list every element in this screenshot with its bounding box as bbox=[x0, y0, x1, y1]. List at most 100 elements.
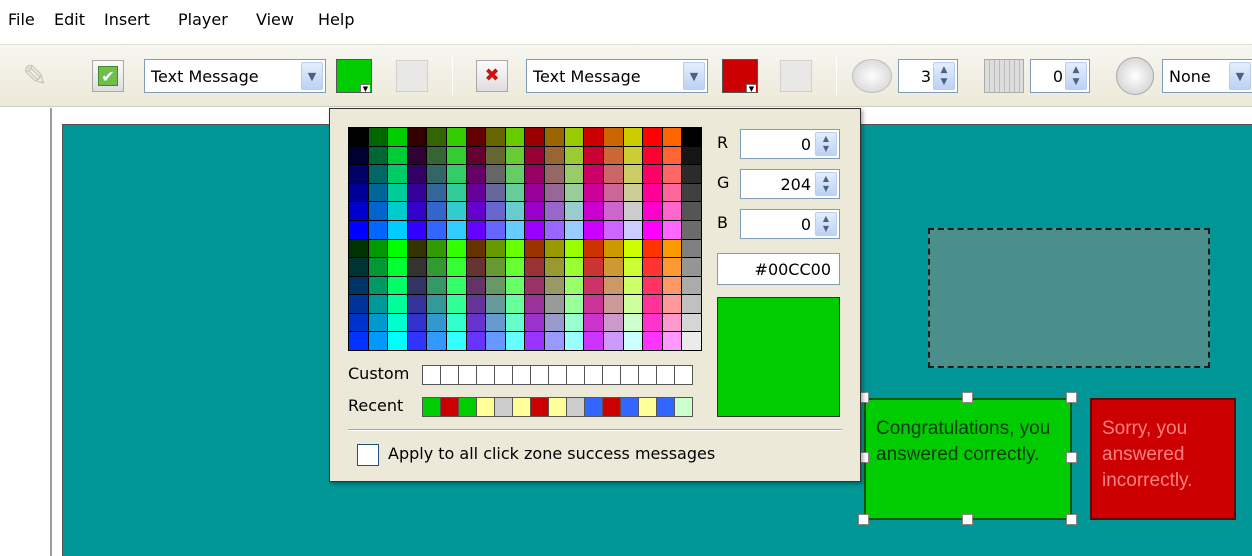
palette-swatch[interactable] bbox=[466, 239, 486, 258]
palette-swatch[interactable] bbox=[623, 258, 643, 276]
palette-swatch[interactable] bbox=[603, 146, 623, 165]
palette-swatch[interactable] bbox=[407, 313, 427, 332]
palette-swatch[interactable] bbox=[643, 220, 662, 239]
palette-swatch[interactable] bbox=[368, 183, 388, 202]
palette-swatch[interactable] bbox=[584, 202, 603, 220]
palette-swatch[interactable] bbox=[643, 295, 662, 313]
palette-swatch[interactable] bbox=[564, 276, 584, 295]
blue-spinner[interactable]: 0 ▲ ▼ bbox=[740, 209, 840, 239]
palette-swatch[interactable] bbox=[427, 332, 447, 350]
palette-swatch[interactable] bbox=[584, 239, 603, 258]
palette-swatch[interactable] bbox=[584, 313, 603, 332]
menu-insert[interactable]: Insert bbox=[104, 10, 150, 29]
palette-swatch[interactable] bbox=[603, 183, 623, 202]
palette-swatch[interactable] bbox=[545, 295, 564, 313]
palette-swatch[interactable] bbox=[427, 202, 447, 220]
success-type-dropdown[interactable]: Text Message ▼ bbox=[144, 59, 326, 93]
palette-swatch[interactable] bbox=[682, 276, 701, 295]
custom-color-slot[interactable] bbox=[531, 366, 548, 384]
palette-swatch[interactable] bbox=[643, 258, 662, 276]
palette-swatch[interactable] bbox=[505, 202, 525, 220]
palette-swatch[interactable] bbox=[662, 202, 682, 220]
palette-swatch[interactable] bbox=[505, 276, 525, 295]
palette-swatch[interactable] bbox=[662, 313, 682, 332]
palette-swatch[interactable] bbox=[388, 165, 407, 183]
palette-swatch[interactable] bbox=[407, 202, 427, 220]
success-check-icon[interactable]: ✔ bbox=[92, 60, 124, 92]
palette-swatch[interactable] bbox=[564, 183, 584, 202]
palette-swatch[interactable] bbox=[643, 146, 662, 165]
menu-edit[interactable]: Edit bbox=[54, 10, 85, 29]
palette-swatch[interactable] bbox=[682, 220, 701, 239]
palette-swatch[interactable] bbox=[427, 258, 447, 276]
palette-swatch[interactable] bbox=[368, 276, 388, 295]
palette-swatch[interactable] bbox=[584, 258, 603, 276]
palette-swatch[interactable] bbox=[388, 128, 407, 146]
palette-swatch[interactable] bbox=[368, 128, 388, 146]
palette-swatch[interactable] bbox=[486, 313, 505, 332]
palette-swatch[interactable] bbox=[525, 220, 545, 239]
palette-swatch[interactable] bbox=[447, 295, 466, 313]
palette-swatch[interactable] bbox=[682, 128, 701, 146]
palette-swatch[interactable] bbox=[662, 239, 682, 258]
resize-handle[interactable] bbox=[962, 514, 973, 525]
menu-player[interactable]: Player bbox=[178, 10, 228, 29]
palette-swatch[interactable] bbox=[682, 295, 701, 313]
palette-swatch[interactable] bbox=[486, 239, 505, 258]
palette-swatch[interactable] bbox=[545, 202, 564, 220]
palette-swatch[interactable] bbox=[349, 183, 368, 202]
palette-swatch[interactable] bbox=[682, 332, 701, 350]
palette-swatch[interactable] bbox=[603, 332, 623, 350]
palette-swatch[interactable] bbox=[603, 220, 623, 239]
palette-swatch[interactable] bbox=[525, 165, 545, 183]
palette-swatch[interactable] bbox=[368, 202, 388, 220]
palette-swatch[interactable] bbox=[427, 165, 447, 183]
palette-swatch[interactable] bbox=[584, 332, 603, 350]
palette-swatch[interactable] bbox=[447, 165, 466, 183]
palette-swatch[interactable] bbox=[623, 146, 643, 165]
palette-swatch[interactable] bbox=[368, 313, 388, 332]
palette-swatch[interactable] bbox=[447, 332, 466, 350]
palette-swatch[interactable] bbox=[623, 183, 643, 202]
palette-swatch[interactable] bbox=[662, 128, 682, 146]
palette-swatch[interactable] bbox=[525, 202, 545, 220]
grid-spinner[interactable]: 0 ▲ ▼ bbox=[1030, 59, 1090, 93]
recent-color-slot[interactable] bbox=[567, 398, 584, 416]
palette-swatch[interactable] bbox=[564, 220, 584, 239]
palette-swatch[interactable] bbox=[564, 313, 584, 332]
palette-swatch[interactable] bbox=[643, 239, 662, 258]
palette-swatch[interactable] bbox=[349, 220, 368, 239]
palette-swatch[interactable] bbox=[564, 295, 584, 313]
failure-color-button[interactable]: ▼ bbox=[722, 59, 758, 93]
palette-swatch[interactable] bbox=[466, 202, 486, 220]
custom-color-slot[interactable] bbox=[639, 366, 656, 384]
palette-swatch[interactable] bbox=[388, 146, 407, 165]
palette-swatch[interactable] bbox=[545, 239, 564, 258]
click-zone[interactable] bbox=[928, 228, 1210, 368]
palette-swatch[interactable] bbox=[349, 258, 368, 276]
palette-swatch[interactable] bbox=[407, 258, 427, 276]
custom-color-slot[interactable] bbox=[495, 366, 512, 384]
custom-color-slot[interactable] bbox=[585, 366, 602, 384]
palette-swatch[interactable] bbox=[525, 128, 545, 146]
palette-swatch[interactable] bbox=[388, 332, 407, 350]
palette-swatch[interactable] bbox=[545, 146, 564, 165]
palette-swatch[interactable] bbox=[525, 332, 545, 350]
custom-color-slot[interactable] bbox=[513, 366, 530, 384]
recent-color-slot[interactable] bbox=[513, 398, 530, 416]
palette-swatch[interactable] bbox=[662, 220, 682, 239]
palette-swatch[interactable] bbox=[427, 276, 447, 295]
resize-handle[interactable] bbox=[1066, 514, 1077, 525]
palette-swatch[interactable] bbox=[486, 165, 505, 183]
spinner-arrows-icon[interactable]: ▲ ▼ bbox=[815, 212, 837, 236]
recent-color-slot[interactable] bbox=[675, 398, 692, 416]
palette-swatch[interactable] bbox=[564, 128, 584, 146]
palette-swatch[interactable] bbox=[388, 239, 407, 258]
palette-swatch[interactable] bbox=[545, 313, 564, 332]
palette-swatch[interactable] bbox=[643, 313, 662, 332]
palette-swatch[interactable] bbox=[564, 332, 584, 350]
recent-color-slot[interactable] bbox=[549, 398, 566, 416]
palette-swatch[interactable] bbox=[447, 313, 466, 332]
failure-x-icon[interactable]: ✖ bbox=[476, 60, 508, 92]
recent-color-slot[interactable] bbox=[459, 398, 476, 416]
